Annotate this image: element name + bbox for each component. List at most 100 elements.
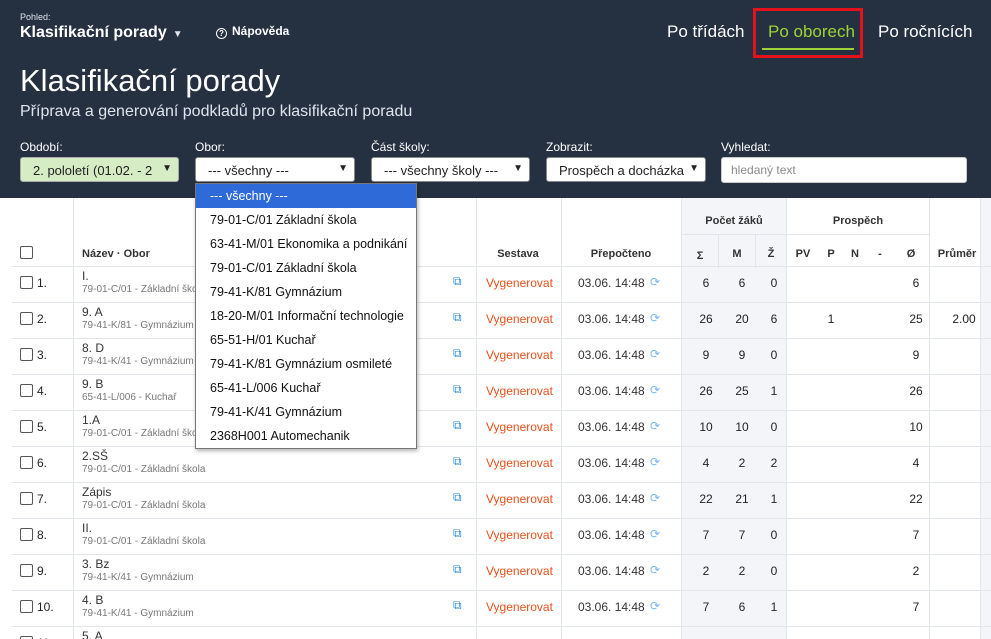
cell-sum: 7: [702, 528, 710, 542]
header-nazev-obor[interactable]: Název · Obor: [82, 248, 150, 260]
obor-code: 79-41-K/41 - Gymnázium: [82, 608, 194, 619]
generate-link[interactable]: Vygenerovat: [486, 420, 553, 434]
filter-label-obor: Obor:: [195, 140, 226, 154]
external-link-icon[interactable]: ⧉: [453, 455, 465, 467]
generate-link[interactable]: Vygenerovat: [486, 456, 553, 470]
header-dash: -: [878, 248, 882, 260]
external-link-icon[interactable]: ⧉: [453, 527, 465, 539]
header-p: P: [827, 248, 835, 260]
help-link[interactable]: ? Nápověda: [216, 24, 289, 39]
header-n: N: [851, 248, 859, 260]
refresh-icon[interactable]: ⟳: [650, 491, 660, 505]
row-checkbox[interactable]: [20, 456, 33, 469]
external-link-icon[interactable]: ⧉: [453, 599, 465, 611]
dropdown-option[interactable]: 65-41-L/006 Kuchař: [196, 376, 416, 400]
row-checkbox[interactable]: [20, 492, 33, 505]
select-all-checkbox[interactable]: [20, 246, 33, 259]
cell-z: 0: [770, 564, 778, 578]
row-checkbox[interactable]: [20, 420, 33, 433]
nav-po-tridach[interactable]: Po třídách: [667, 22, 745, 42]
generate-link[interactable]: Vygenerovat: [486, 384, 553, 398]
generate-link[interactable]: Vygenerovat: [486, 312, 553, 326]
external-link-icon[interactable]: ⧉: [453, 491, 465, 503]
external-link-icon[interactable]: ⧉: [453, 311, 465, 323]
external-link-icon[interactable]: ⧉: [453, 383, 465, 395]
select-obdobi[interactable]: 2. pololetí (01.02. - 2 ▼: [20, 157, 179, 182]
generate-link[interactable]: Vygenerovat: [486, 564, 553, 578]
generate-link[interactable]: Vygenerovat: [486, 528, 553, 542]
row-checkbox[interactable]: [20, 600, 33, 613]
refresh-icon[interactable]: ⟳: [650, 419, 660, 433]
header-bottom-line: [12, 266, 991, 267]
recalc-date: 03.06. 14:48: [578, 456, 645, 470]
cell-m: 6: [738, 276, 746, 290]
dropdown-option[interactable]: 79-01-C/01 Základní škola: [196, 208, 416, 232]
obor-code: 79-01-C/01 - Základní škola: [82, 284, 206, 295]
obor-code: 79-41-K/81 - Gymnázium: [82, 320, 194, 331]
row-checkbox[interactable]: [20, 348, 33, 361]
dropdown-option[interactable]: --- všechny ---: [196, 184, 416, 208]
external-link-icon[interactable]: ⧉: [453, 419, 465, 431]
row-divider: [12, 410, 991, 411]
select-obor[interactable]: --- všechny --- ▼: [195, 157, 355, 182]
row-checkbox[interactable]: [20, 528, 33, 541]
generate-link[interactable]: Vygenerovat: [486, 492, 553, 506]
external-link-icon[interactable]: ⧉: [453, 347, 465, 359]
cell-m: 21: [735, 492, 749, 506]
cell-m: 20: [735, 312, 749, 326]
refresh-icon[interactable]: ⟳: [650, 347, 660, 361]
column-divider: [718, 234, 719, 268]
refresh-icon[interactable]: ⟳: [650, 455, 660, 469]
cell-sum: 2: [702, 564, 710, 578]
obor-code: 79-01-C/01 - Základní škola: [82, 536, 206, 547]
view-switcher[interactable]: Pohled: Klasifikační porady ▼: [20, 12, 183, 42]
search-input[interactable]: [721, 157, 967, 183]
cell-sum: 22: [699, 492, 713, 506]
edge-column-bg: [980, 198, 991, 639]
select-cast-value: --- všechny školy ---: [384, 163, 499, 178]
refresh-icon[interactable]: ⟳: [650, 563, 660, 577]
generate-link[interactable]: Vygenerovat: [486, 348, 553, 362]
row-checkbox[interactable]: [20, 564, 33, 577]
select-obdobi-value: 2. pololetí (01.02. - 2: [33, 163, 153, 178]
obor-dropdown-list[interactable]: --- všechny --- 79-01-C/01 Základní škola…: [195, 183, 417, 449]
row-checkbox[interactable]: [20, 276, 33, 289]
row-checkbox[interactable]: [20, 312, 33, 325]
dropdown-option[interactable]: 79-41-K/41 Gymnázium: [196, 400, 416, 424]
dropdown-option[interactable]: 65-51-H/01 Kuchař: [196, 328, 416, 352]
header-m: M: [732, 248, 742, 260]
obor-code: 79-01-C/01 - Základní škola: [82, 500, 206, 511]
nav-po-rocnicich[interactable]: Po ročnících: [878, 22, 973, 42]
highlight-box: [753, 8, 863, 58]
dropdown-option[interactable]: 2368H001 Automechanik: [196, 424, 416, 448]
header-sum: Σ: [696, 250, 704, 262]
external-link-icon[interactable]: ⧉: [453, 563, 465, 575]
refresh-icon[interactable]: ⟳: [650, 311, 660, 325]
cell-z: 0: [770, 420, 778, 434]
generate-link[interactable]: Vygenerovat: [486, 600, 553, 614]
dropdown-option[interactable]: 79-41-K/81 Gymnázium osmileté: [196, 352, 416, 376]
chevron-down-icon: ▼: [162, 163, 172, 174]
class-name: 5. A: [82, 629, 103, 639]
dropdown-option[interactable]: 18-20-M/01 Informační technologie: [196, 304, 416, 328]
refresh-icon[interactable]: ⟳: [650, 599, 660, 613]
refresh-icon[interactable]: ⟳: [650, 275, 660, 289]
row-number: 10.: [37, 600, 54, 614]
header-divider: [681, 234, 930, 235]
row-checkbox[interactable]: [20, 384, 33, 397]
dropdown-option[interactable]: 63-41-M/01 Ekonomika a podnikání: [196, 232, 416, 256]
class-name: I.: [82, 269, 89, 283]
dropdown-option[interactable]: 79-01-C/01 Základní škola: [196, 256, 416, 280]
view-value[interactable]: Klasifikační porady ▼: [20, 24, 183, 42]
row-number: 2.: [37, 312, 48, 326]
external-link-icon[interactable]: ⧉: [453, 275, 465, 287]
cell-avg: 4: [912, 456, 920, 470]
recalc-date: 03.06. 14:48: [578, 348, 645, 362]
select-cast-skoly[interactable]: --- všechny školy --- ▼: [371, 157, 530, 182]
column-divider: [929, 198, 930, 639]
generate-link[interactable]: Vygenerovat: [486, 276, 553, 290]
refresh-icon[interactable]: ⟳: [650, 383, 660, 397]
dropdown-option[interactable]: 79-41-K/81 Gymnázium: [196, 280, 416, 304]
select-zobrazit[interactable]: Prospěch a docházka ▼: [546, 157, 706, 182]
refresh-icon[interactable]: ⟳: [650, 527, 660, 541]
